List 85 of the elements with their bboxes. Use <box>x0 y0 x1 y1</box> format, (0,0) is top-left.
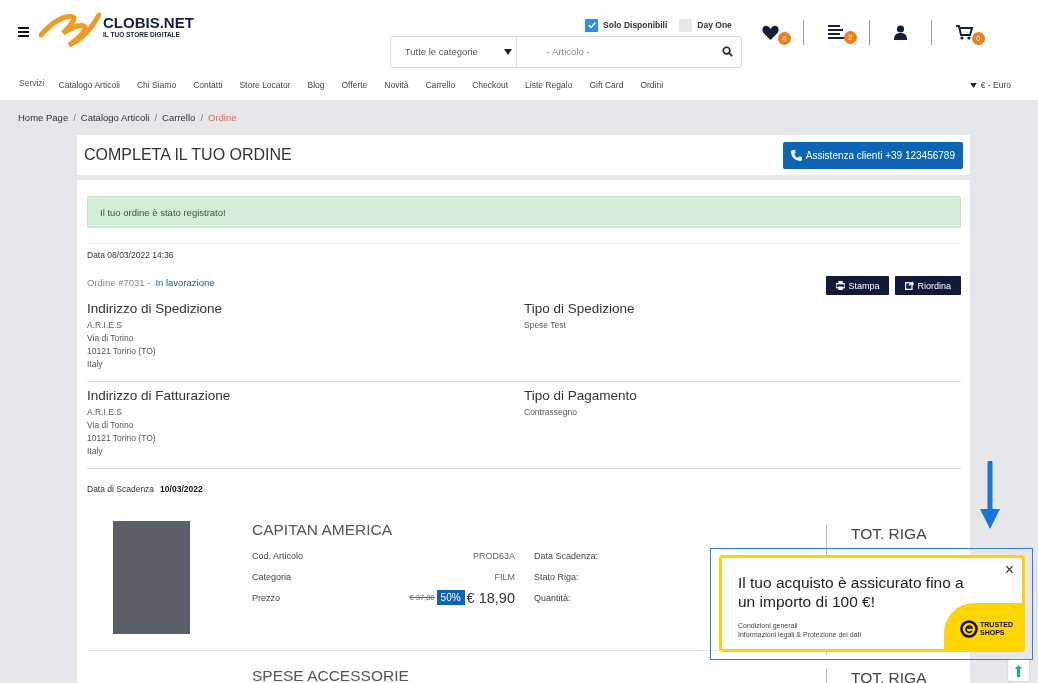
action-button[interactable]: Stampa <box>826 276 890 295</box>
detail-label: Quantità: <box>534 592 571 603</box>
detail-text: Italy <box>87 445 104 458</box>
row-total-heading: TOT. RIGA <box>851 669 927 683</box>
breadcrumb-separator: / <box>154 112 158 123</box>
list-icon[interactable] <box>827 25 845 39</box>
caret-icon <box>969 82 977 88</box>
logo-name: CLOBIS.NET <box>103 14 194 31</box>
detail-text: Contrassegno <box>524 406 578 419</box>
breadcrumb-link[interactable]: Carrello <box>162 112 196 123</box>
nav-link[interactable]: Liste Regalo <box>525 80 573 90</box>
count-badge: 2 <box>843 31 857 44</box>
detail-text: Via di Torino <box>87 332 135 345</box>
product-name: CAPITAN AMERICA <box>252 521 394 539</box>
detail-text: Italy <box>87 358 104 371</box>
filter-label: Day One <box>697 20 732 30</box>
detail-label: Stato Riga: <box>534 571 579 582</box>
action-button[interactable]: Riordina <box>895 276 961 295</box>
cart-icon[interactable] <box>955 24 973 40</box>
detail-value: PROD63A <box>472 550 515 561</box>
nav-link[interactable]: Servizi <box>19 78 45 88</box>
close-button[interactable]: × <box>1004 562 1014 578</box>
detail-label: Categoria <box>252 571 292 582</box>
logo-swoosh-icon <box>39 11 101 47</box>
down-arrow-icon <box>979 461 1001 531</box>
page-title: COMPLETA IL TUO ORDINE <box>84 146 292 164</box>
nav-link[interactable]: Chi Siamo <box>136 80 177 90</box>
breadcrumb-separator: / <box>200 112 203 123</box>
search-icon[interactable] <box>721 46 733 57</box>
price: € 18,90 <box>466 589 515 606</box>
phone-icon <box>790 149 802 161</box>
section-heading: Tipo di Pagamento <box>524 388 638 403</box>
breadcrumb-link[interactable]: Home Page <box>18 112 69 123</box>
nav-link[interactable]: Gift Card <box>589 80 624 90</box>
detail-text: 10121 Torino (TO) <box>87 432 157 445</box>
nav-link[interactable]: Blog <box>307 80 325 90</box>
discount-badge: 50% <box>436 590 465 605</box>
nav-link[interactable]: Store Locator <box>239 80 291 90</box>
order-status-link[interactable]: In lavorazione <box>155 277 215 288</box>
support-button[interactable]: Assistenza clienti +39 123456789 <box>782 141 963 169</box>
breadcrumb-separator: / <box>73 112 76 123</box>
detail-value: FILM <box>494 571 515 582</box>
detail-text: Spese Test <box>524 319 567 332</box>
nav-link[interactable]: Novità <box>384 80 409 90</box>
detail-text: Via di Torino <box>87 419 135 432</box>
filter-label: Solo Disponibili <box>603 20 668 30</box>
scroll-top-button[interactable] <box>1008 660 1029 681</box>
success-alert: Il tuo ordine è stato registrato! <box>87 196 961 228</box>
nav-link[interactable]: Catalogo Articoli <box>58 80 120 90</box>
checkbox[interactable] <box>585 18 599 32</box>
due-date-value: 10/03/2022 <box>160 484 203 494</box>
detail-text: 10121 Torino (TO) <box>87 345 157 358</box>
up-arrow-icon <box>1015 664 1022 677</box>
row-total-heading: TOT. RIGA <box>851 525 927 542</box>
section-heading: Indirizzo di Spedizione <box>87 301 224 316</box>
detail-label: Cod. Articolo <box>252 550 304 561</box>
caret-icon <box>503 48 512 55</box>
heart-icon[interactable] <box>761 24 779 40</box>
detail-label: Data Scadenza: <box>534 550 599 561</box>
search-bar[interactable]: Tutte le categorie - Articolo - <box>389 35 742 68</box>
share-square-icon <box>905 281 915 290</box>
nav-link[interactable]: Ordini <box>640 80 664 90</box>
printer-icon <box>836 281 846 290</box>
nav-link[interactable]: Offerte <box>341 80 368 90</box>
order-date: Data 08/03/2022 14:36 <box>87 243 961 260</box>
detail-text: A.R.I.E.S <box>87 406 123 419</box>
due-date-label: Data di Scadenza <box>87 484 155 494</box>
seal-icon <box>960 620 978 638</box>
breadcrumb-link[interactable]: Catalogo Articoli <box>80 112 150 123</box>
nav-link[interactable]: Checkout <box>472 80 509 90</box>
nav-link[interactable]: Contatti <box>193 80 223 90</box>
menu-icon[interactable] <box>18 27 29 37</box>
category-dropdown[interactable]: Tutte le categorie <box>390 36 517 67</box>
detail-text: A.R.I.E.S <box>87 319 123 332</box>
count-badge: 4 <box>777 31 791 45</box>
user-icon[interactable] <box>893 24 907 40</box>
price-label: Prezzo <box>252 592 280 603</box>
product-name: SPESE ACCESSORIE <box>252 667 410 683</box>
section-heading: Tipo di Spedizione <box>524 301 636 316</box>
nav-link[interactable]: Carrello <box>425 80 456 90</box>
section-heading: Indirizzo di Fatturazione <box>87 388 232 403</box>
currency-dropdown[interactable]: € - Euro <box>969 80 1011 90</box>
popup-message: Il tuo acquisto è assicurato fino a un importo di 100 €! <box>738 573 965 611</box>
order-number: Ordine #7031 - <box>87 277 151 288</box>
count-badge: 0 <box>971 31 985 45</box>
